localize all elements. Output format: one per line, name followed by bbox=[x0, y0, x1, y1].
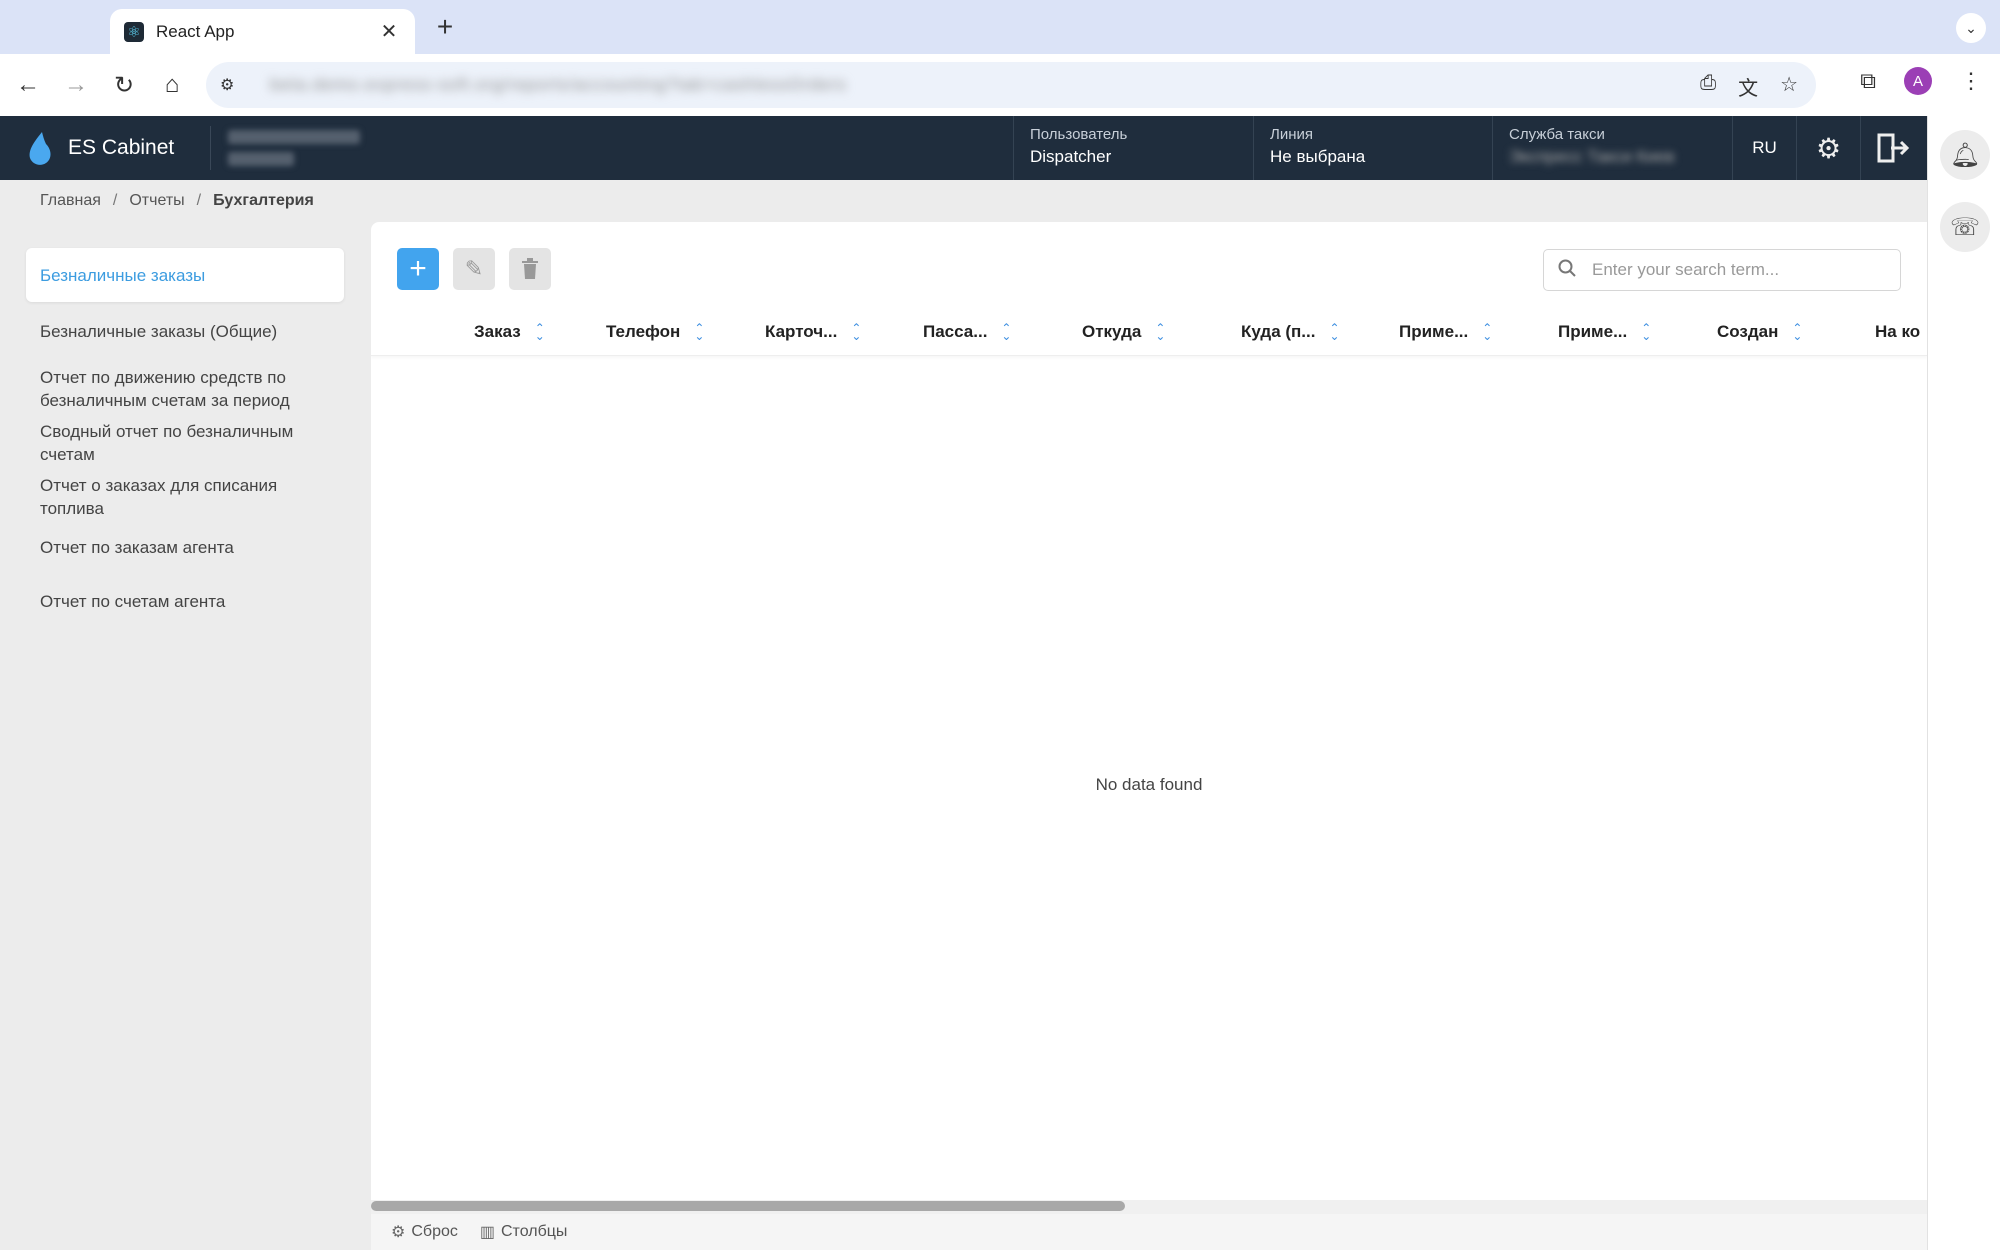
profile-avatar[interactable]: A bbox=[1904, 67, 1932, 95]
column-header[interactable]: Откуда ⌃ ⌄ bbox=[1082, 308, 1165, 356]
app-title: ES Cabinet bbox=[68, 136, 175, 159]
user-value: Dispatcher bbox=[1030, 147, 1112, 166]
tab-title: React App bbox=[156, 21, 235, 41]
language-switcher[interactable]: RU bbox=[1732, 116, 1796, 180]
sidebar-item-funds-movement-report[interactable]: Отчет по движению средств по безналичным… bbox=[26, 366, 344, 412]
search-input[interactable] bbox=[1592, 260, 1882, 280]
sidebar-item-summary-report[interactable]: Сводный отчет по безналичным счетам bbox=[26, 420, 344, 466]
install-app-icon[interactable]: ⎙ bbox=[1700, 72, 1716, 101]
search-box[interactable] bbox=[1543, 249, 1901, 291]
line-value: Не выбрана bbox=[1270, 147, 1366, 166]
breadcrumb-reports[interactable]: Отчеты bbox=[129, 192, 184, 210]
horizontal-scrollbar-thumb[interactable] bbox=[371, 1201, 1125, 1211]
sidebar-item-agent-orders-report[interactable]: Отчет по заказам агента bbox=[26, 536, 344, 559]
sort-icon: ⌃ ⌄ bbox=[694, 321, 705, 343]
sort-icon: ⌃ ⌄ bbox=[1792, 321, 1803, 343]
browser-toolbar: ← → ↻ ⌂ ⚙ beta.demo.express-soft.org/rep… bbox=[0, 54, 2000, 116]
settings-gear-icon[interactable]: ⚙ bbox=[1796, 116, 1860, 180]
column-header[interactable]: Карточ... ⌃ ⌄ bbox=[765, 308, 861, 356]
sidebar-item-cashless-orders[interactable]: Безналичные заказы bbox=[26, 248, 344, 302]
column-header[interactable]: Приме... ⌃ ⌄ bbox=[1558, 308, 1651, 356]
columns-icon: ▥ bbox=[479, 1224, 495, 1241]
main-panel: + ✎ Заказ⌃⌄ Телефон⌃⌄ Карточ...⌃⌄ Пасса.… bbox=[371, 222, 1927, 1250]
sidebar: Безналичные заказы Безналичные заказы (О… bbox=[26, 248, 344, 613]
breadcrumb-home[interactable]: Главная bbox=[40, 192, 101, 210]
column-header[interactable]: Заказ ⌃ ⌄ bbox=[474, 308, 545, 356]
browser-menu-icon[interactable]: ⋮ bbox=[1960, 68, 1982, 94]
line-selector[interactable]: Линия Не выбрана bbox=[1253, 116, 1492, 180]
sort-icon: ⌃ ⌄ bbox=[534, 321, 545, 343]
empty-state-message: No data found bbox=[1095, 775, 1203, 794]
sort-icon: ⌃ ⌄ bbox=[1329, 321, 1340, 343]
sort-icon: ⌃ ⌄ bbox=[1001, 321, 1012, 343]
line-label: Линия bbox=[1270, 126, 1314, 143]
forward-icon[interactable]: → bbox=[58, 67, 94, 103]
phone-call-icon[interactable]: ☏ bbox=[1940, 202, 1990, 252]
browser-tab-bar: ⚛ React App ✕ + ⌄ bbox=[0, 0, 2000, 54]
column-header[interactable]: Пасса... ⌃ ⌄ bbox=[923, 308, 1011, 356]
sort-icon: ⌃ ⌄ bbox=[1155, 321, 1166, 343]
browser-tab[interactable]: ⚛ React App ✕ bbox=[110, 9, 415, 54]
extensions-icon[interactable]: ⧉ bbox=[1860, 68, 1876, 94]
column-header[interactable]: Куда (п... ⌃ ⌄ bbox=[1241, 308, 1340, 356]
reset-button[interactable]: ⚙ Сброс bbox=[391, 1222, 458, 1242]
bookmark-star-icon[interactable]: ☆ bbox=[1780, 72, 1798, 101]
sort-icon: ⌃ ⌄ bbox=[1482, 321, 1493, 343]
date-text bbox=[228, 130, 360, 144]
table-footer: ⚙ Сброс ▥ Столбцы bbox=[371, 1214, 1927, 1250]
user-label: Пользователь bbox=[1030, 126, 1128, 143]
columns-button[interactable]: ▥ Столбцы bbox=[480, 1222, 568, 1242]
time-text bbox=[228, 152, 294, 166]
address-bar[interactable]: ⚙ beta.demo.express-soft.org/reports/acc… bbox=[206, 62, 1816, 108]
notifications-bell-icon[interactable]: 🔔︎ bbox=[1940, 130, 1990, 180]
back-icon[interactable]: ← bbox=[10, 67, 46, 103]
add-button[interactable]: + bbox=[397, 248, 439, 290]
taxi-service-value: Экспресс Такси Киев bbox=[1509, 147, 1675, 166]
app-header: ES Cabinet Пользователь Dispatcher Линия… bbox=[0, 116, 1927, 180]
right-rail: 🔔︎ ☏ bbox=[1927, 116, 2000, 1250]
es-logo-icon bbox=[29, 132, 51, 165]
logout-icon[interactable] bbox=[1860, 116, 1927, 180]
sidebar-item-cashless-orders-general[interactable]: Безналичные заказы (Общие) bbox=[26, 320, 344, 343]
user-selector[interactable]: Пользователь Dispatcher bbox=[1013, 116, 1253, 180]
column-header[interactable]: Телефон ⌃ ⌄ bbox=[606, 308, 704, 356]
gear-icon: ⚙ bbox=[391, 1224, 406, 1241]
sidebar-item-agent-accounts-report[interactable]: Отчет по счетам агента bbox=[26, 590, 344, 613]
translate-icon[interactable]: 文 bbox=[1738, 72, 1758, 101]
sidebar-item-fuel-writeoff-report[interactable]: Отчет о заказах для списания топлива bbox=[26, 474, 344, 520]
home-icon[interactable]: ⌂ bbox=[154, 67, 190, 103]
column-header[interactable]: Приме... ⌃ ⌄ bbox=[1399, 308, 1492, 356]
sort-icon: ⌃ ⌄ bbox=[1641, 321, 1652, 343]
tab-close-icon[interactable]: ✕ bbox=[377, 19, 401, 44]
new-tab-button[interactable]: + bbox=[430, 11, 460, 43]
breadcrumb-current: Бухгалтерия bbox=[213, 192, 314, 209]
react-favicon-icon: ⚛ bbox=[124, 21, 144, 42]
taxi-service-selector[interactable]: Служба такси Экспресс Такси Киев bbox=[1492, 116, 1732, 180]
edit-pencil-icon[interactable]: ✎ bbox=[453, 248, 495, 290]
column-header[interactable]: Создан ⌃ ⌄ bbox=[1717, 308, 1802, 356]
sort-icon: ⌃ ⌄ bbox=[851, 321, 862, 343]
taxi-service-label: Служба такси bbox=[1509, 126, 1605, 143]
table-header: Заказ ⌃ ⌄ Телефон ⌃ ⌄ Карточ... ⌃ ⌄ Пасса... ⌃ ⌄… bbox=[371, 308, 1927, 356]
tab-search-menu-icon[interactable]: ⌄ bbox=[1956, 13, 1986, 43]
column-header[interactable]: На ко bbox=[1875, 308, 1920, 356]
reload-icon[interactable]: ↻ bbox=[106, 67, 142, 103]
search-icon bbox=[1558, 259, 1576, 282]
delete-trash-icon[interactable] bbox=[509, 248, 551, 290]
site-settings-icon[interactable]: ⚙ bbox=[220, 75, 250, 95]
breadcrumb: Главная / Отчеты / Бухгалтерия bbox=[40, 192, 314, 210]
url-text[interactable]: beta.demo.express-soft.org/reports/accou… bbox=[270, 75, 847, 95]
